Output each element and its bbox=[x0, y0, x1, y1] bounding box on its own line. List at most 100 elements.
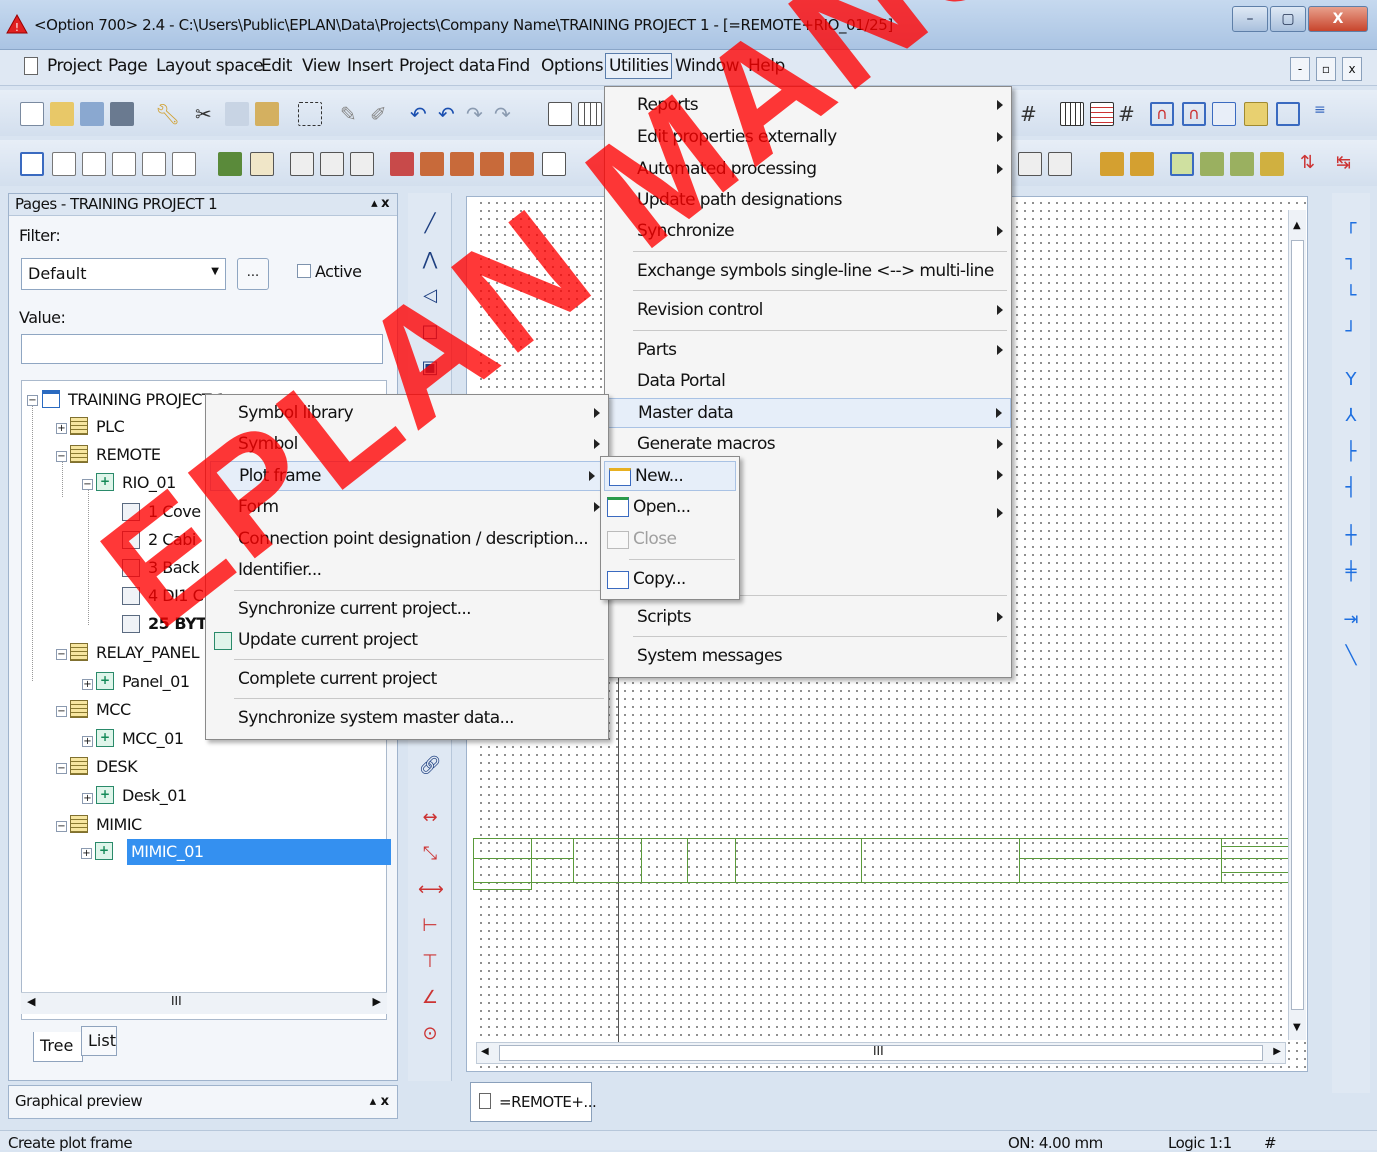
tree-item-rio-01[interactable]: RIO_01 bbox=[122, 473, 176, 492]
tree-expander[interactable]: − bbox=[56, 763, 67, 774]
diagonal-icon[interactable]: ╲ bbox=[1339, 645, 1363, 669]
menu-item-scripts[interactable]: Scripts bbox=[605, 603, 1011, 633]
menu-item-connection-point-designation[interactable]: Connection point designation / descripti… bbox=[206, 525, 608, 555]
graphical-preview-pin-close[interactable]: ▴ x bbox=[370, 1094, 389, 1109]
connection-icon[interactable] bbox=[250, 152, 274, 176]
menu-edit[interactable]: Edit bbox=[258, 56, 295, 76]
line-icon[interactable]: ╱ bbox=[418, 213, 442, 235]
tee-left-icon[interactable]: ┤ bbox=[1339, 477, 1363, 501]
pages-panel-pin-close[interactable]: ▴ x bbox=[371, 196, 389, 211]
menu-window[interactable]: Window bbox=[672, 56, 742, 76]
new-icon[interactable] bbox=[20, 102, 44, 126]
jump-icon[interactable]: ↹ bbox=[1336, 152, 1360, 176]
tree-expander[interactable]: − bbox=[56, 821, 67, 832]
grid-a-icon[interactable] bbox=[1060, 102, 1084, 126]
tree-item-mcc[interactable]: MCC bbox=[96, 700, 131, 719]
polyline-icon[interactable]: ⋀ bbox=[418, 249, 442, 271]
tree-item-mcc-01[interactable]: MCC_01 bbox=[122, 729, 184, 748]
menu-item-exchange-symbols[interactable]: Exchange symbols single-line <--> multi-… bbox=[605, 257, 1011, 287]
junction-icon[interactable]: ╪ bbox=[1339, 561, 1363, 585]
menu-item-synchronize-system-master-data[interactable]: Synchronize system master data... bbox=[206, 704, 608, 734]
object-icon[interactable] bbox=[1260, 152, 1284, 176]
page-nav-icon[interactable] bbox=[20, 152, 44, 176]
scroll-up-icon[interactable]: ▲ bbox=[1293, 220, 1301, 231]
snap-object-icon[interactable]: ∩ bbox=[1182, 102, 1206, 126]
corner-top-left-icon[interactable]: ┌ bbox=[1339, 213, 1363, 237]
menu-find[interactable]: Find bbox=[494, 56, 533, 76]
tree-item-page-current[interactable]: 25 BYT bbox=[148, 614, 207, 633]
menu-view[interactable]: View bbox=[299, 56, 343, 76]
tree-expander[interactable]: − bbox=[56, 706, 67, 717]
tee-right-icon[interactable]: ├ bbox=[1339, 441, 1363, 465]
scroll-right-icon[interactable]: ▶ bbox=[373, 995, 381, 1008]
dimension-base-icon[interactable]: ⊤ bbox=[418, 951, 442, 973]
dimension-increment-icon[interactable]: ⊢ bbox=[418, 915, 442, 937]
rectangle-icon[interactable]: □ bbox=[418, 321, 442, 343]
menu-item-system-messages[interactable]: System messages bbox=[605, 642, 1011, 672]
print-icon[interactable] bbox=[110, 102, 134, 126]
tree-expander[interactable]: + bbox=[56, 423, 67, 434]
canvas-horizontal-scrollbar[interactable]: ◀ III ▶ bbox=[476, 1042, 1286, 1064]
tree-item-page[interactable]: 4 DI1 C bbox=[148, 586, 204, 605]
tree-expander[interactable]: − bbox=[27, 395, 38, 406]
cable-def-icon[interactable] bbox=[420, 152, 444, 176]
window-macro-icon[interactable] bbox=[1130, 152, 1154, 176]
close-button[interactable]: X bbox=[1308, 6, 1368, 32]
new-page-icon[interactable] bbox=[52, 152, 76, 176]
menu-item-form[interactable]: Form bbox=[206, 493, 608, 523]
link-icon[interactable]: 🔗︎ bbox=[418, 755, 442, 777]
maximize-button[interactable]: ▢ bbox=[1270, 6, 1306, 32]
tree-horizontal-scrollbar[interactable]: ◀ III ▶ bbox=[21, 992, 387, 1014]
table-icon[interactable] bbox=[578, 102, 602, 126]
label-icon[interactable] bbox=[1244, 102, 1268, 126]
menu-page[interactable]: Page bbox=[105, 56, 150, 76]
interruption-icon[interactable] bbox=[542, 152, 566, 176]
copy-icon[interactable] bbox=[225, 102, 249, 126]
pin-icon[interactable] bbox=[290, 152, 314, 176]
tree-expander[interactable]: + bbox=[82, 736, 93, 747]
cable-icon[interactable] bbox=[390, 152, 414, 176]
cut-icon[interactable]: ✂ bbox=[195, 102, 219, 126]
assign-icon[interactable] bbox=[1230, 152, 1254, 176]
interruption-point-icon[interactable]: ⇥ bbox=[1339, 609, 1363, 633]
grid-hash-icon[interactable]: # bbox=[1020, 102, 1044, 126]
potential-icon[interactable] bbox=[480, 152, 504, 176]
redo-list-icon[interactable]: ↷ bbox=[494, 102, 518, 126]
menu-item-edit-properties-externally[interactable]: Edit properties externally bbox=[605, 123, 1011, 153]
tree-item-plc[interactable]: PLC bbox=[96, 417, 125, 436]
menu-item-data-portal[interactable]: Data Portal bbox=[605, 367, 1011, 397]
filter-select[interactable]: Default ▼ bbox=[21, 258, 226, 290]
menu-layout-space[interactable]: Layout space bbox=[153, 56, 266, 76]
menu-project[interactable]: Project bbox=[44, 56, 105, 76]
dimension-angle-icon[interactable]: ∠ bbox=[418, 987, 442, 1009]
canvas-vertical-scrollbar[interactable]: ▲ ▼ bbox=[1288, 210, 1306, 1040]
tree-expander[interactable]: − bbox=[56, 451, 67, 462]
tree-expander[interactable]: + bbox=[82, 679, 93, 690]
bus-icon[interactable] bbox=[510, 152, 534, 176]
menu-item-automated-processing[interactable]: Automated processing bbox=[605, 155, 1011, 185]
scroll-right-icon[interactable]: ▶ bbox=[1273, 1046, 1281, 1057]
input-icon[interactable] bbox=[1212, 102, 1236, 126]
value-input[interactable] bbox=[21, 334, 383, 364]
scroll-grip[interactable]: III bbox=[171, 994, 182, 1008]
menu-item-synchronize-current-project[interactable]: Synchronize current project... bbox=[206, 595, 608, 625]
terminal-icon[interactable] bbox=[320, 152, 344, 176]
device-icon[interactable] bbox=[1018, 152, 1042, 176]
minimize-button[interactable]: – bbox=[1232, 6, 1268, 32]
document-tab[interactable]: =REMOTE+... bbox=[470, 1082, 597, 1122]
menu-item-complete-current-project[interactable]: Complete current project bbox=[206, 665, 608, 695]
first-page-icon[interactable] bbox=[142, 152, 166, 176]
menu-item-symbol[interactable]: Symbol bbox=[206, 430, 608, 460]
scroll-down-icon[interactable]: ▼ bbox=[1293, 1022, 1301, 1033]
undo-icon[interactable]: ↶ bbox=[410, 102, 434, 126]
mdi-close-button[interactable]: x bbox=[1342, 57, 1362, 81]
prev-page-icon[interactable] bbox=[82, 152, 106, 176]
tree-expander[interactable]: − bbox=[82, 479, 93, 490]
black-box-icon[interactable] bbox=[1048, 152, 1072, 176]
last-page-icon[interactable] bbox=[172, 152, 196, 176]
menu-item-revision-control[interactable]: Revision control bbox=[605, 296, 1011, 326]
active-checkbox[interactable] bbox=[297, 264, 311, 278]
corner-bottom-left-icon[interactable]: └ bbox=[1339, 285, 1363, 309]
tree-item-page[interactable]: 2 Cabi bbox=[148, 530, 196, 549]
tree-item-desk[interactable]: DESK bbox=[96, 757, 138, 776]
